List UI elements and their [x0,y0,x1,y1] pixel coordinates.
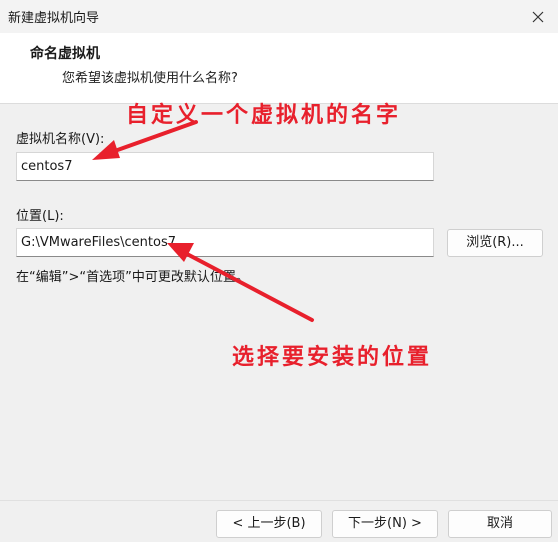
window-title: 新建虚拟机向导 [8,11,100,26]
location-input[interactable]: G:\VMwareFiles\centos7 [16,228,434,257]
wizard-header: 命名虚拟机 您希望该虚拟机使用什么名称? [0,33,558,104]
location-label: 位置(L): [16,209,64,224]
browse-button[interactable]: 浏览(R)... [447,229,543,257]
name-annotation: 自定义一个虚拟机的名字 [126,103,402,128]
close-icon [532,11,544,22]
vm-name-label: 虚拟机名称(V): [16,132,105,147]
page-subtitle: 您希望该虚拟机使用什么名称? [62,71,238,86]
back-button[interactable]: < 上一步(B) [216,510,322,538]
location-annotation: 选择要安装的位置 [232,345,433,370]
footer-divider [0,500,558,501]
next-button[interactable]: 下一步(N) > [332,510,438,538]
cancel-button[interactable]: 取消 [448,510,552,538]
default-location-hint: 在“编辑”>“首选项”中可更改默认位置。 [16,270,249,285]
title-bar: 新建虚拟机向导 [0,0,558,33]
page-title: 命名虚拟机 [30,46,100,62]
close-button[interactable] [518,0,558,33]
vm-name-input[interactable]: centos7 [16,152,434,181]
